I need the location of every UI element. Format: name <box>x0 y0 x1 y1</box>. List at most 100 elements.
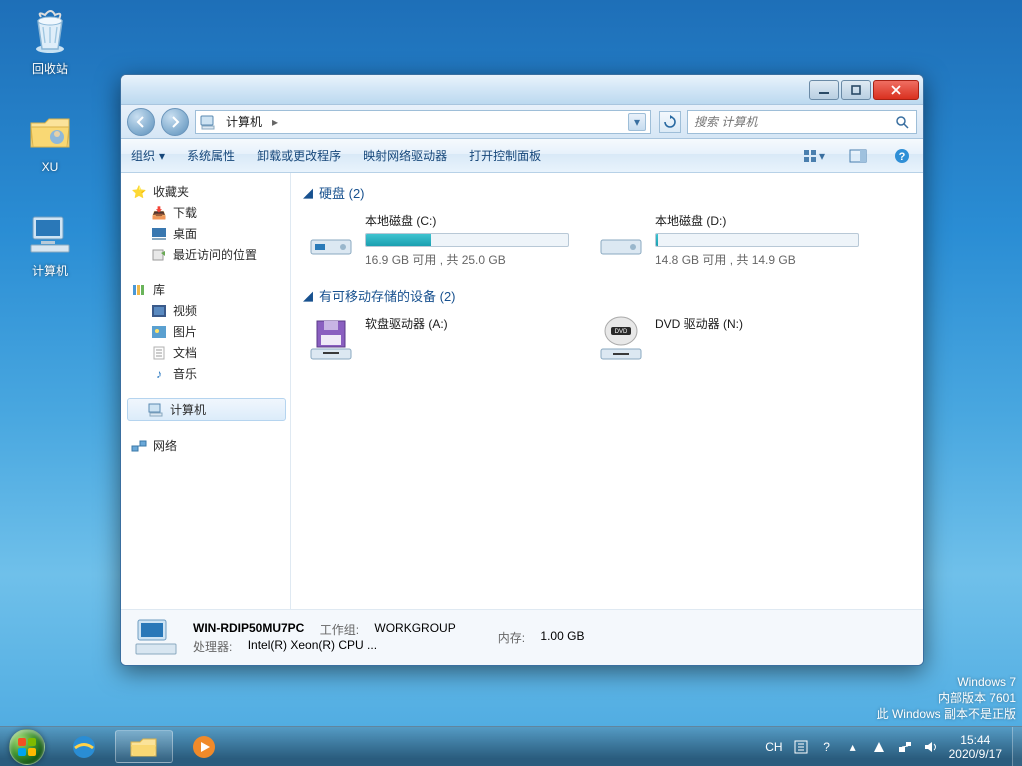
window-titlebar[interactable] <box>121 75 923 105</box>
collapse-icon: ◢ <box>303 185 313 201</box>
computer-icon <box>200 114 216 130</box>
chevron-down-icon: ▾ <box>159 149 165 163</box>
group-header-hdd[interactable]: ◢硬盘 (2) <box>303 183 911 202</box>
chevron-right-icon[interactable]: ▸ <box>272 115 278 129</box>
nav-pictures[interactable]: 图片 <box>121 321 290 342</box>
close-button[interactable] <box>873 80 919 100</box>
hdd-icon <box>307 212 355 260</box>
nav-downloads[interactable]: 📥下载 <box>121 202 290 223</box>
desktop-icon-label: 回收站 <box>32 62 68 76</box>
desktop-sm-icon <box>151 226 167 242</box>
nav-documents[interactable]: 文档 <box>121 342 290 363</box>
nav-libraries-header[interactable]: 库 <box>121 279 290 300</box>
dvd-icon: DVD <box>597 315 645 363</box>
library-icon <box>131 282 147 298</box>
content-pane[interactable]: ◢硬盘 (2) 本地磁盘 (C:) 16.9 GB 可用 , 共 25.0 GB <box>291 173 923 609</box>
nav-music[interactable]: ♪音乐 <box>121 363 290 384</box>
windows-logo-icon <box>9 729 45 765</box>
svg-text:?: ? <box>899 151 906 163</box>
nav-network[interactable]: 网络 <box>121 435 290 456</box>
folder-icon <box>26 108 74 156</box>
nav-videos[interactable]: 视频 <box>121 300 290 321</box>
help-button[interactable]: ? <box>891 145 913 167</box>
recycle-bin-icon <box>26 8 74 56</box>
pictures-icon <box>151 324 167 340</box>
view-options-button[interactable]: ▾ <box>803 145 825 167</box>
desktop-icon-folder-xu[interactable]: XU <box>12 108 88 174</box>
preview-pane-button[interactable] <box>847 145 869 167</box>
nav-desktop[interactable]: 桌面 <box>121 223 290 244</box>
taskbar[interactable]: CH ? ▴ 15:44 2020/9/17 <box>0 726 1022 766</box>
breadcrumb-item[interactable]: 计算机 <box>222 113 266 130</box>
cmd-organize[interactable]: 组织 ▾ <box>131 147 165 164</box>
nav-computer[interactable]: 计算机 <box>127 398 286 421</box>
usage-bar <box>655 233 859 247</box>
ie-icon <box>70 733 98 761</box>
details-pane: WIN-RDIP50MU7PC 工作组: WORKGROUP 处理器: Inte… <box>121 609 923 665</box>
breadcrumb-bar[interactable]: 计算机 ▸ ▾ <box>195 110 651 134</box>
nav-forward-button[interactable] <box>161 108 189 136</box>
star-icon: ⭐ <box>131 184 147 200</box>
svg-text:DVD: DVD <box>615 329 628 335</box>
desktop-icon-label: 计算机 <box>32 264 68 278</box>
music-icon: ♪ <box>151 366 167 382</box>
show-desktop-button[interactable] <box>1012 727 1022 766</box>
taskbar-wmp[interactable] <box>174 727 234 766</box>
maximize-button[interactable] <box>841 80 871 100</box>
volume-icon[interactable] <box>923 739 939 755</box>
floppy-icon <box>307 315 355 363</box>
search-input[interactable] <box>694 115 894 129</box>
start-button[interactable] <box>0 727 54 766</box>
computer-sm-icon <box>148 402 164 418</box>
ime-options-icon[interactable] <box>793 739 809 755</box>
tray-expand-icon[interactable]: ▴ <box>845 739 861 755</box>
drive-name: DVD 驱动器 (N:) <box>655 315 859 332</box>
system-tray[interactable]: CH ? ▴ 15:44 2020/9/17 <box>755 727 1012 766</box>
drive-name: 本地磁盘 (C:) <box>365 212 569 229</box>
usage-bar <box>365 233 569 247</box>
desktop-icon-computer[interactable]: 计算机 <box>12 210 88 279</box>
breadcrumb-dropdown[interactable]: ▾ <box>628 113 646 131</box>
computer-icon <box>26 210 74 258</box>
taskbar-ie[interactable] <box>54 727 114 766</box>
drive-c[interactable]: 本地磁盘 (C:) 16.9 GB 可用 , 共 25.0 GB <box>303 208 573 272</box>
search-box[interactable] <box>687 110 917 134</box>
drive-d[interactable]: 本地磁盘 (D:) 14.8 GB 可用 , 共 14.9 GB <box>593 208 863 272</box>
group-header-removable[interactable]: ◢有可移动存储的设备 (2) <box>303 286 911 305</box>
cmd-system-properties[interactable]: 系统属性 <box>187 147 235 164</box>
taskbar-clock[interactable]: 15:44 2020/9/17 <box>949 733 1002 761</box>
hdd-icon <box>597 212 645 260</box>
folder-icon <box>129 734 159 760</box>
ime-indicator[interactable]: CH <box>765 740 782 754</box>
address-bar: 计算机 ▸ ▾ <box>121 105 923 139</box>
nav-pane[interactable]: ⭐收藏夹 📥下载 桌面 最近访问的位置 库 视频 图片 文档 ♪音乐 计算机 网… <box>121 173 291 609</box>
documents-icon <box>151 345 167 361</box>
desktop-icon-recycle-bin[interactable]: 回收站 <box>12 8 88 77</box>
taskbar-explorer[interactable] <box>115 730 173 763</box>
cmd-control-panel[interactable]: 打开控制面板 <box>469 147 541 164</box>
nav-recent-places[interactable]: 最近访问的位置 <box>121 244 290 265</box>
nav-back-button[interactable] <box>127 108 155 136</box>
collapse-icon: ◢ <box>303 288 313 304</box>
ime-help-icon[interactable]: ? <box>819 739 835 755</box>
command-bar: 组织 ▾ 系统属性 卸载或更改程序 映射网络驱动器 打开控制面板 ▾ ? <box>121 139 923 173</box>
recent-icon <box>151 247 167 263</box>
desktop-icon-label: XU <box>42 160 59 174</box>
download-icon: 📥 <box>151 205 167 221</box>
network-icon[interactable] <box>897 739 913 755</box>
cmd-uninstall[interactable]: 卸载或更改程序 <box>257 147 341 164</box>
refresh-button[interactable] <box>659 111 681 133</box>
minimize-button[interactable] <box>809 80 839 100</box>
drive-usage-text: 16.9 GB 可用 , 共 25.0 GB <box>365 251 569 268</box>
drive-n-dvd[interactable]: DVD DVD 驱动器 (N:) <box>593 311 863 367</box>
video-icon <box>151 303 167 319</box>
media-player-icon <box>190 733 218 761</box>
drive-usage-text: 14.8 GB 可用 , 共 14.9 GB <box>655 251 859 268</box>
nav-favorites-header[interactable]: ⭐收藏夹 <box>121 181 290 202</box>
drive-a-floppy[interactable]: 软盘驱动器 (A:) <box>303 311 573 367</box>
computer-large-icon <box>133 617 181 659</box>
cmd-map-network-drive[interactable]: 映射网络驱动器 <box>363 147 447 164</box>
action-center-icon[interactable] <box>871 739 887 755</box>
details-computer-name: WIN-RDIP50MU7PC <box>193 621 304 638</box>
explorer-window[interactable]: 计算机 ▸ ▾ 组织 ▾ 系统属性 卸载或更改程序 映射网络驱动器 打开控制面板… <box>120 74 924 666</box>
